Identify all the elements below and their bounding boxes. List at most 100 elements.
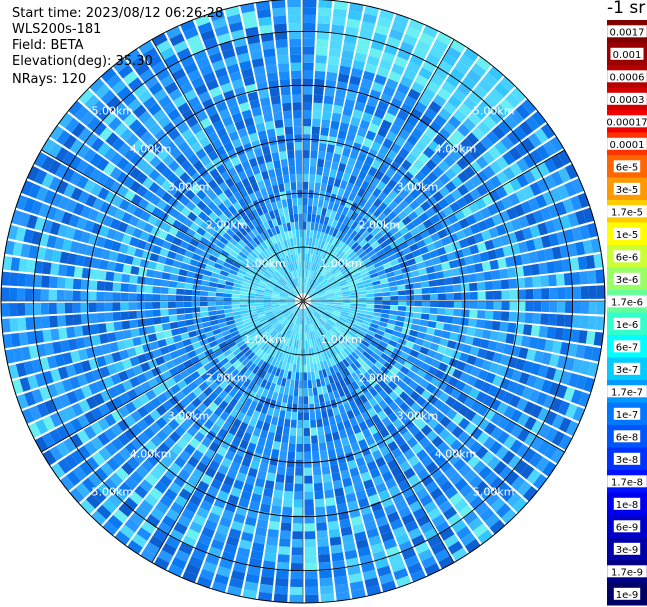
range-gate-cell xyxy=(16,303,26,316)
range-gate-cell xyxy=(201,316,210,323)
range-gate-cell xyxy=(96,312,106,323)
range-gate-cell xyxy=(57,315,66,327)
range-gate-cell xyxy=(122,264,132,274)
range-gate-cell xyxy=(294,221,299,230)
range-gate-cell xyxy=(414,294,423,301)
range-gate-cell xyxy=(585,330,596,345)
range-gate-cell xyxy=(410,324,420,332)
range-gate-cell xyxy=(296,356,301,365)
range-gate-cell xyxy=(296,443,303,452)
range-gate-cell xyxy=(270,505,282,515)
range-gate-cell xyxy=(161,272,171,280)
range-gate-cell xyxy=(444,315,454,324)
range-gate-cell xyxy=(469,309,478,318)
range-gate-cell xyxy=(269,144,279,154)
range-gate-cell xyxy=(231,290,241,295)
range-gate-cell xyxy=(259,583,274,594)
range-gate-cell xyxy=(461,301,470,309)
range-gate-cell xyxy=(304,491,314,500)
range-gate-cell xyxy=(292,197,298,207)
range-gate-cell xyxy=(310,419,317,428)
range-gate-cell xyxy=(538,262,548,275)
range-gate-cell xyxy=(303,86,313,95)
range-gate-cell xyxy=(185,277,194,284)
range-gate-cell xyxy=(112,311,122,321)
range-gate-cell xyxy=(467,273,477,283)
range-gate-cell xyxy=(295,459,303,468)
range-gate-cell xyxy=(540,275,549,287)
range-gate-cell xyxy=(306,221,311,230)
range-gate-cell xyxy=(297,245,301,254)
range-gate-cell xyxy=(279,538,291,548)
range-gate-cell xyxy=(307,213,312,222)
range-gate-cell xyxy=(325,497,336,507)
range-gate-cell xyxy=(26,331,37,345)
range-gate-cell xyxy=(283,386,290,396)
range-gate-cell xyxy=(303,94,313,103)
range-gate-cell xyxy=(330,464,340,474)
range-gate-cell xyxy=(483,271,493,281)
range-gate-cell xyxy=(167,294,176,301)
range-gate-cell xyxy=(329,40,343,50)
range-gate-cell xyxy=(312,118,321,127)
range-gate-cell xyxy=(313,474,323,484)
range-gate-cell xyxy=(452,316,462,325)
range-gate-cell xyxy=(320,585,334,595)
range-gate-cell xyxy=(323,95,334,105)
range-gate-cell xyxy=(555,273,565,286)
range-gate-cell xyxy=(358,303,367,308)
range-gate-cell xyxy=(273,489,284,499)
colorbar-tick-label: 0.0001 xyxy=(610,140,645,151)
range-gate-cell xyxy=(263,178,272,188)
range-gate-cell xyxy=(382,301,391,305)
range-gate-cell xyxy=(289,427,297,436)
range-gate-cell xyxy=(295,157,303,167)
range-gate-cell xyxy=(318,142,327,152)
range-gate-cell xyxy=(445,293,454,300)
colorbar-tick-label: 0.001 xyxy=(613,50,642,61)
range-gate-cell xyxy=(389,291,399,296)
range-gate-cell xyxy=(113,272,123,282)
range-gate-cell xyxy=(489,330,500,341)
range-gate-cell xyxy=(10,257,21,272)
range-gate-cell xyxy=(295,467,303,476)
range-gate-cell xyxy=(72,290,81,301)
range-gate-cell xyxy=(290,70,302,79)
range-gate-cell xyxy=(261,568,275,578)
range-gate-cell xyxy=(579,315,589,329)
range-gate-cell xyxy=(315,47,328,56)
range-gate-cell xyxy=(324,159,332,169)
range-gate-cell xyxy=(312,387,318,396)
range-gate-cell xyxy=(426,327,436,336)
range-gate-cell xyxy=(310,221,315,231)
range-gate-cell xyxy=(130,328,140,338)
range-gate-cell xyxy=(32,288,41,301)
range-gate-cell xyxy=(72,314,82,326)
range-gate-cell xyxy=(290,578,303,588)
range-gate-cell xyxy=(216,309,225,315)
range-gate-cell xyxy=(8,303,18,317)
range-gate-cell xyxy=(329,456,338,466)
range-gate-cell xyxy=(56,277,66,289)
colorbar-tick-label: 1e-9 xyxy=(616,590,639,601)
range-gate-cell xyxy=(261,145,271,156)
range-gate-cell xyxy=(303,427,311,437)
range-gate-cell xyxy=(410,270,420,278)
range-gate-cell xyxy=(215,297,224,301)
range-ring-label: 3.00km xyxy=(397,409,439,422)
range-gate-cell xyxy=(331,552,345,562)
range-gate-cell xyxy=(500,311,510,322)
range-gate-cell xyxy=(272,408,280,418)
range-gate-cell xyxy=(522,264,533,277)
range-gate-cell xyxy=(290,570,303,580)
range-gate-cell xyxy=(366,304,375,308)
range-gate-cell xyxy=(525,288,534,300)
range-gate-cell xyxy=(587,270,597,284)
range-gate-cell xyxy=(88,313,98,324)
range-gate-cell xyxy=(289,174,296,183)
range-gate-cell xyxy=(88,280,98,291)
range-gate-cell xyxy=(556,314,565,327)
range-gate-cell xyxy=(313,86,324,96)
range-gate-cell xyxy=(311,214,317,223)
range-gate-cell xyxy=(275,569,289,579)
